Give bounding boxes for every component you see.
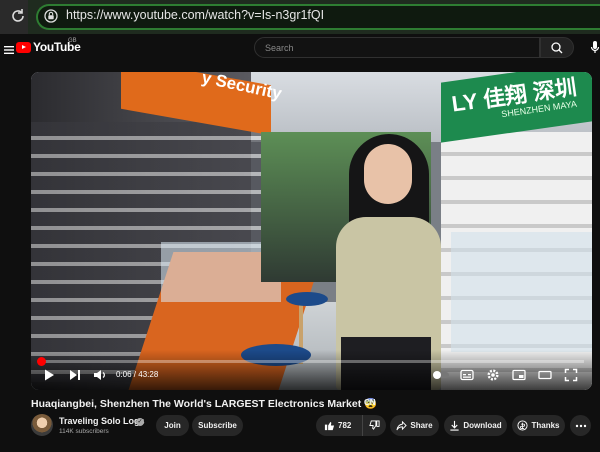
current-time: 0:06 (116, 370, 132, 379)
microphone-icon[interactable] (584, 36, 600, 58)
share-button[interactable]: Share (390, 415, 439, 436)
play-icon[interactable] (42, 368, 56, 382)
lock-icon[interactable] (44, 9, 58, 23)
thanks-button[interactable]: Thanks (512, 415, 565, 436)
share-label: Share (410, 421, 433, 430)
join-button[interactable]: Join (156, 415, 189, 436)
subscriber-count: 114K subscribers (59, 428, 109, 435)
fullscreen-icon[interactable] (564, 368, 578, 382)
share-icon (396, 421, 408, 431)
volume-icon[interactable] (93, 368, 107, 382)
dislike-button[interactable] (362, 415, 386, 436)
duration: 43:28 (138, 370, 159, 379)
video-scene-person-face (364, 144, 412, 204)
video-title: Huaqiangbei, Shenzhen The World's LARGES… (31, 398, 378, 410)
like-count: 782 (338, 421, 352, 430)
thumbs-up-icon (324, 422, 335, 431)
avatar[interactable] (31, 414, 53, 436)
more-icon[interactable] (570, 415, 591, 436)
thanks-label: Thanks (531, 421, 560, 430)
youtube-logo-icon[interactable] (16, 42, 31, 53)
search-button[interactable] (540, 37, 574, 58)
channel-name[interactable]: Traveling Solo Logs (59, 416, 145, 426)
search-input[interactable] (254, 37, 540, 58)
download-icon (450, 421, 460, 432)
next-icon[interactable] (68, 368, 82, 382)
country-badge: CN (364, 398, 376, 407)
video-scene-stool (286, 292, 328, 306)
thumbs-down-icon (369, 420, 380, 431)
country-code: GB (68, 38, 77, 44)
captions-icon[interactable] (460, 368, 474, 382)
like-button[interactable]: 782 (316, 415, 362, 436)
verified-icon: ✓ (136, 418, 144, 426)
subscribe-button[interactable]: Subscribe (192, 415, 243, 436)
progress-scrubber[interactable] (36, 357, 46, 366)
theater-icon[interactable] (538, 368, 552, 382)
download-button[interactable]: Download (444, 415, 507, 436)
url-text[interactable]: https://www.youtube.com/watch?v=Is-n3gr1… (66, 8, 324, 22)
download-label: Download (463, 421, 502, 430)
miniplayer-icon[interactable] (512, 368, 526, 382)
thanks-icon (517, 420, 529, 431)
progress-bar[interactable] (39, 360, 584, 363)
time-display: 0:06 / 43:28 (116, 370, 159, 379)
autoplay-toggle-icon[interactable] (432, 368, 450, 382)
reload-icon[interactable] (9, 8, 27, 26)
video-player[interactable]: y Security LY 佳翔 深圳 SHENZHEN MAYA (31, 72, 592, 390)
video-scene-right-counter (451, 232, 592, 352)
gear-icon[interactable] (486, 368, 500, 382)
menu-icon[interactable] (4, 42, 14, 54)
search-icon (551, 42, 563, 54)
